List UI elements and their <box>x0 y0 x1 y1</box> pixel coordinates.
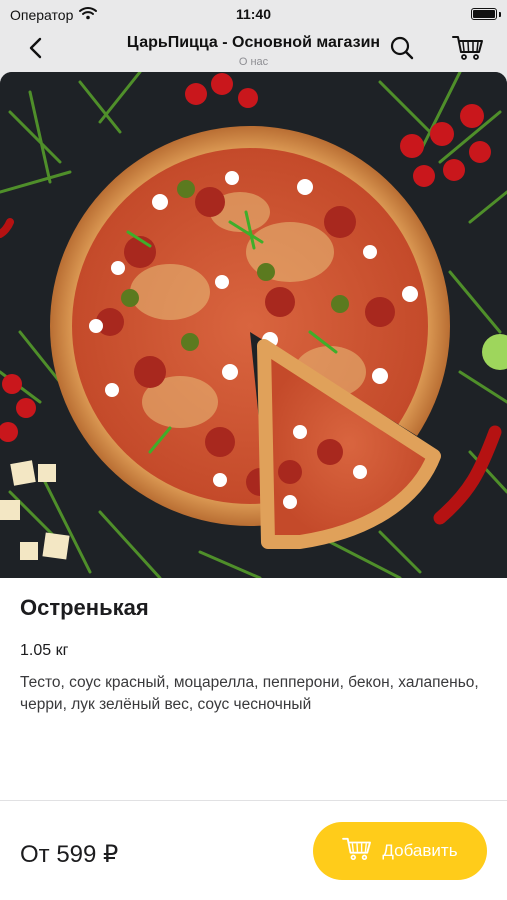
bottom-divider <box>0 800 507 801</box>
product-weight: 1.05 кг <box>20 642 69 659</box>
cart-icon <box>342 836 372 867</box>
status-bar: Оператор 11:40 <box>0 0 507 28</box>
add-to-cart-button[interactable]: Добавить <box>313 822 487 880</box>
add-button-label: Добавить <box>382 841 458 860</box>
battery-level <box>473 10 495 18</box>
battery-tip <box>499 12 501 17</box>
search-button[interactable] <box>380 28 424 72</box>
cart-button[interactable] <box>446 28 490 72</box>
product-price: От 599 ₽ <box>20 841 119 868</box>
cart-icon <box>452 34 484 67</box>
status-time: 11:40 <box>235 6 272 22</box>
search-icon <box>389 35 415 66</box>
chevron-left-icon <box>28 36 44 65</box>
top-area: Оператор 11:40 ЦарьПицца - Основной мага <box>0 0 507 80</box>
back-button[interactable] <box>14 28 58 72</box>
product-sheet: Остренькая 1.05 кг Тесто, соус красный, … <box>0 72 507 900</box>
navigation-bar: ЦарьПицца - Основной магазин О нас <box>0 28 507 72</box>
product-description: Тесто, соус красный, моцарелла, пепперон… <box>20 674 479 713</box>
battery-icon <box>471 8 497 20</box>
product-name: Остренькая <box>20 595 149 620</box>
product-image <box>0 72 507 578</box>
